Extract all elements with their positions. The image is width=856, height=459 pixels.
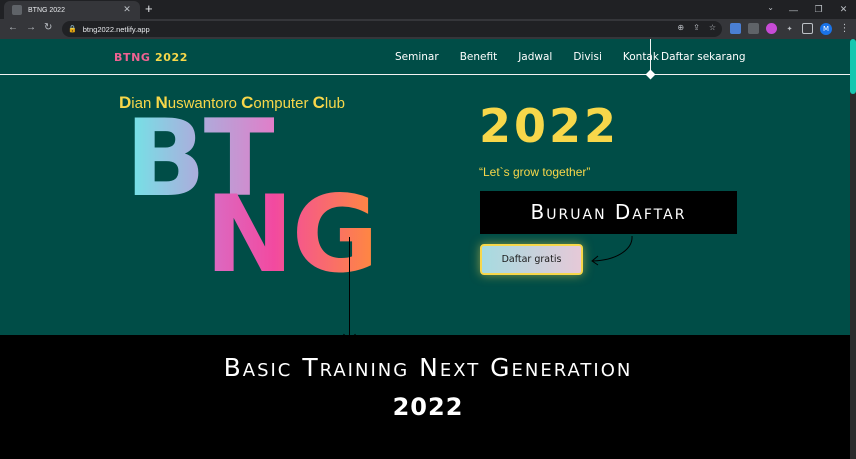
extension-icon[interactable] (730, 23, 741, 34)
hero-year: 2022 (479, 99, 620, 153)
back-arrow-icon[interactable]: ← (8, 22, 18, 33)
new-tab-button[interactable]: + (145, 1, 153, 16)
share-icon[interactable]: ⇪ (693, 23, 700, 32)
close-window-icon[interactable]: ✕ (831, 0, 856, 19)
extension-icon[interactable] (748, 23, 759, 34)
daftar-gratis-button[interactable]: Daftar gratis (480, 244, 583, 275)
close-tab-icon[interactable]: ✕ (120, 5, 134, 15)
browser-tab[interactable]: BTNG 2022 ✕ (4, 1, 140, 19)
hero-tagline: “Let`s grow together” (479, 165, 591, 179)
window-controls: — ❐ ✕ (781, 0, 856, 19)
program-year: 2022 (392, 393, 464, 421)
browser-tab-bar: BTNG 2022 ✕ + ⌄ — ❐ ✕ (0, 0, 856, 19)
profile-avatar[interactable]: M (820, 23, 832, 35)
nav-menu: Seminar Benefit Jadwal Divisi Kontak (395, 51, 680, 63)
nav-item-benefit[interactable]: Benefit (460, 51, 498, 63)
nav-item-divisi[interactable]: Divisi (573, 51, 602, 63)
curved-arrow-icon (591, 235, 633, 266)
address-bar[interactable]: 🔒 btng2022.netlify.app ⊕ ⇪ ☆ (62, 21, 722, 37)
nav-diamond-marker (645, 69, 656, 80)
reload-icon[interactable]: ↻ (44, 22, 52, 33)
minimize-icon[interactable]: — (781, 0, 806, 19)
lock-icon[interactable]: 🔒 (68, 25, 77, 33)
page-scrollbar[interactable] (850, 39, 856, 459)
zoom-icon[interactable]: ⊕ (677, 23, 684, 32)
url-text[interactable]: btng2022.netlify.app (83, 25, 150, 34)
restore-icon[interactable]: ❐ (806, 0, 831, 19)
scrollbar-thumb[interactable] (850, 39, 856, 94)
omnibox-actions: ⊕ ⇪ ☆ (677, 23, 716, 32)
nav-daftar-sekarang[interactable]: Daftar sekarang (661, 51, 746, 63)
forward-arrow-icon[interactable]: → (26, 22, 36, 33)
club-word: lub (324, 95, 345, 112)
extension-icon[interactable] (766, 23, 777, 34)
site-navbar: BTNG 2022 Seminar Benefit Jadwal Divisi … (0, 39, 850, 80)
club-word-initial: C (312, 93, 325, 112)
nav-item-jadwal[interactable]: Jadwal (518, 51, 552, 63)
program-banner: Basic Training Next Generation 2022 (0, 335, 850, 459)
scroll-indicator-line (349, 237, 350, 335)
program-title: Basic Training Next Generation (223, 353, 633, 382)
hero-letters-ng: NG (205, 173, 379, 296)
tab-title: BTNG 2022 (28, 6, 65, 14)
puzzle-icon[interactable]: ✦ (784, 23, 795, 34)
browser-toolbar: ← → ↻ 🔒 btng2022.netlify.app ⊕ ⇪ ☆ ✦ M ⋮ (0, 19, 856, 39)
logo-year: 2022 (150, 51, 188, 64)
favicon-icon (12, 5, 22, 15)
web-page: BTNG 2022 Seminar Benefit Jadwal Divisi … (0, 39, 850, 459)
menu-dots-icon[interactable]: ⋮ (839, 23, 850, 34)
nav-item-seminar[interactable]: Seminar (395, 51, 439, 63)
buruan-daftar-banner: Buruan Daftar (480, 191, 737, 234)
star-icon[interactable]: ☆ (709, 23, 716, 32)
site-logo[interactable]: BTNG 2022 (114, 51, 188, 64)
chevron-down-icon[interactable]: ⌄ (767, 3, 774, 12)
sidepanel-icon[interactable] (802, 23, 813, 34)
logo-btng: BTNG (114, 51, 151, 64)
nav-item-kontak[interactable]: Kontak (623, 51, 659, 63)
extensions-area: ✦ M ⋮ (730, 23, 850, 35)
